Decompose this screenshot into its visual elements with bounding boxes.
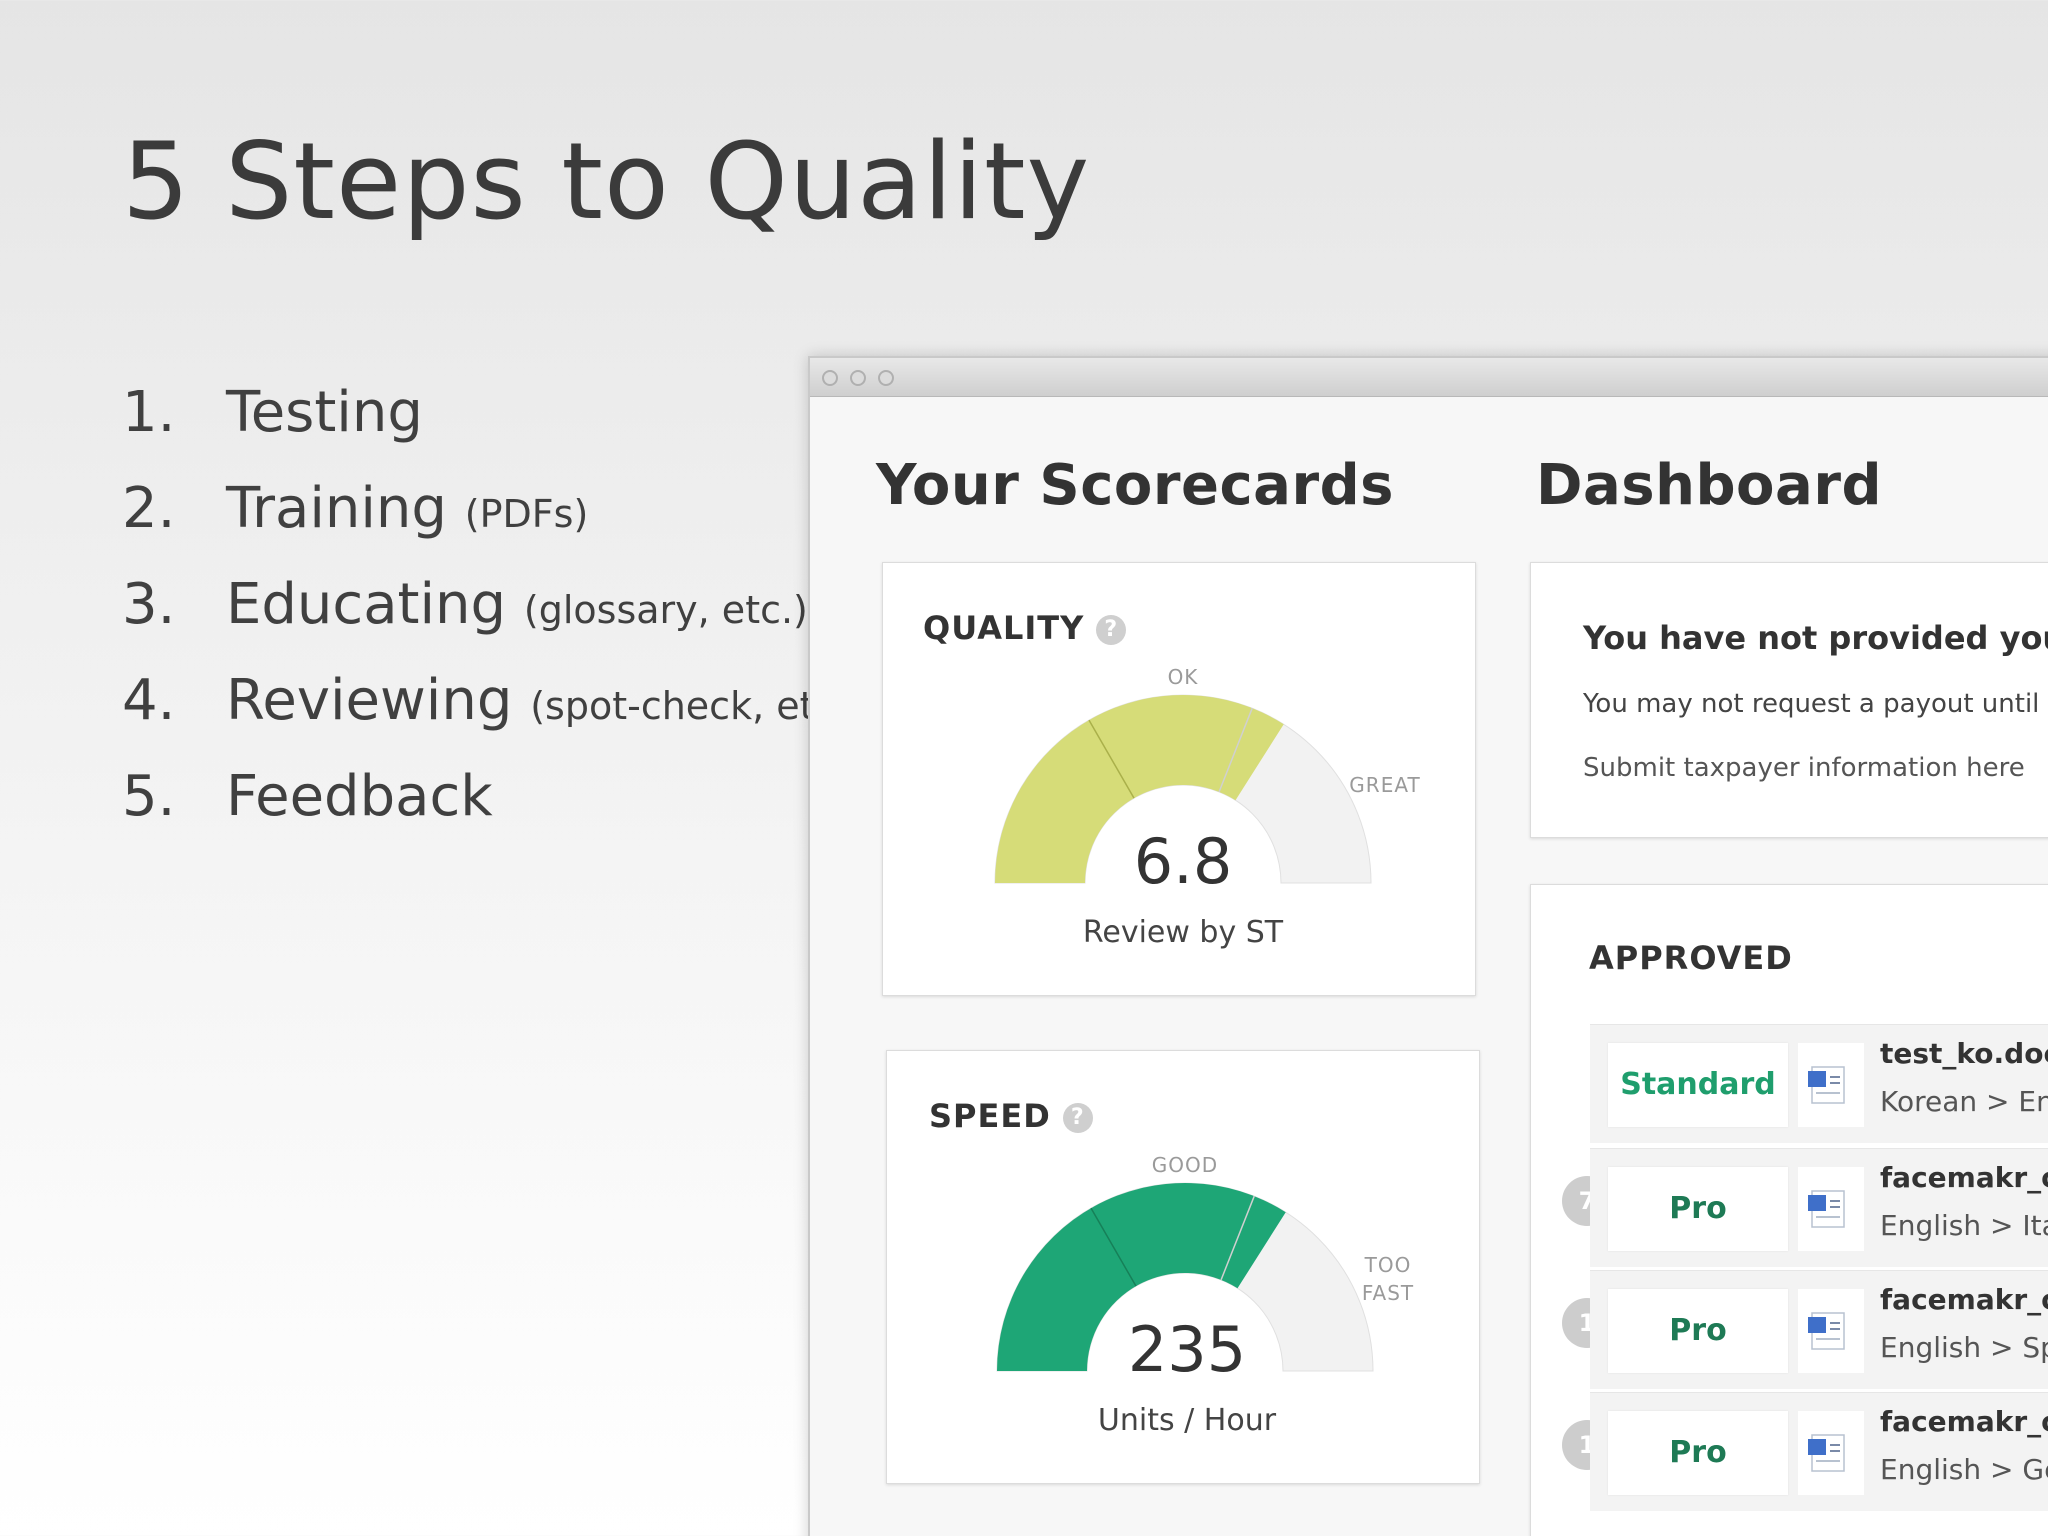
step-note: (glossary, etc.) [523, 588, 808, 632]
word-doc-icon [1798, 1043, 1864, 1127]
speed-score-subtitle: Units / Hour [1097, 1403, 1277, 1438]
maximize-window-icon[interactable] [878, 370, 894, 386]
approved-title: APPROVED [1589, 939, 1793, 977]
close-window-icon[interactable] [822, 370, 838, 386]
quality-score-value: 6.8 [1133, 825, 1233, 898]
step-label: Training [226, 476, 447, 541]
word-doc-icon [1798, 1167, 1864, 1251]
speed-title-text: SPEED [929, 1097, 1051, 1135]
gauge-mid-label: GOOD [1151, 1153, 1219, 1177]
gauge-mid-label: OK [1167, 665, 1199, 689]
step-number: 5. [122, 764, 176, 829]
word-doc-icon [1798, 1289, 1864, 1373]
tax-notice-card: You have not provided your ta You may no… [1530, 562, 2048, 838]
tier-button[interactable]: Pro [1608, 1167, 1788, 1251]
step-note: (PDFs) [464, 492, 589, 536]
language-pair: English > Germ [1880, 1453, 2048, 1486]
slide-title: 5 Steps to Quality [122, 120, 1091, 243]
speed-title: SPEED? [929, 1097, 1093, 1135]
quality-title-text: QUALITY [923, 609, 1085, 647]
step-text: Reviewing (spot-check, etc.) [226, 666, 862, 741]
tier-button[interactable]: Pro [1608, 1289, 1788, 1373]
quality-title: QUALITY? [923, 609, 1127, 647]
approved-row[interactable]: Pro facemakr_ori English > Germ [1590, 1392, 2048, 1511]
step-number: 2. [122, 476, 176, 541]
language-pair: Korean > Engli [1880, 1085, 2048, 1118]
step-label: Educating [226, 572, 507, 637]
file-name[interactable]: facemakr_ori [1880, 1283, 2048, 1316]
approved-row[interactable]: Pro facemakr_ori English > Italia [1590, 1148, 2048, 1267]
file-name[interactable]: test_ko.doc [1880, 1037, 2048, 1070]
step-number: 1. [122, 380, 176, 445]
file-name[interactable]: facemakr_ori [1880, 1161, 2048, 1194]
step-label: Reviewing [226, 668, 513, 733]
help-icon[interactable]: ? [1062, 1103, 1093, 1133]
tier-button[interactable]: Pro [1608, 1411, 1788, 1495]
speed-scorecard: SPEED? GOOD TOO FAST 235 Units / Hour [886, 1050, 1480, 1484]
step-text: Testing [226, 378, 423, 448]
submit-taxpayer-link[interactable]: Submit taxpayer information here [1583, 753, 2025, 783]
tier-button[interactable]: Standard [1608, 1043, 1788, 1127]
minimize-window-icon[interactable] [850, 370, 866, 386]
step-text: Training (PDFs) [226, 474, 588, 549]
step-text: Educating (glossary, etc.) [226, 570, 808, 645]
step-label: Testing [226, 380, 423, 445]
step-number: 3. [122, 572, 176, 637]
scorecards-heading: Your Scorecards [876, 453, 1394, 518]
help-icon[interactable]: ? [1096, 615, 1127, 645]
file-name[interactable]: facemakr_ori [1880, 1405, 2048, 1438]
step-label: Feedback [226, 764, 493, 829]
notice-body: You may not request a payout until you [1583, 689, 2048, 719]
language-pair: English > Span [1880, 1331, 2048, 1364]
step-text: Feedback [226, 762, 493, 832]
quality-scorecard: QUALITY? OK GREAT 6.8 Review by ST [882, 562, 1476, 996]
speed-score-value: 235 [1127, 1313, 1247, 1386]
dashboard-heading: Dashboard [1536, 453, 1883, 518]
approved-row[interactable]: Pro facemakr_ori English > Span [1590, 1270, 2048, 1389]
approved-row[interactable]: Standard test_ko.doc Korean > Engli [1590, 1024, 2048, 1143]
notice-title: You have not provided your ta [1583, 619, 2048, 657]
language-pair: English > Italia [1880, 1209, 2048, 1242]
quality-score-subtitle: Review by ST [1082, 915, 1284, 950]
step-number: 4. [122, 668, 176, 733]
word-doc-icon [1798, 1411, 1864, 1495]
browser-window: Your Scorecards QUALITY? OK GREAT 6.8 Re… [808, 356, 2048, 1536]
window-titlebar [810, 358, 2048, 397]
